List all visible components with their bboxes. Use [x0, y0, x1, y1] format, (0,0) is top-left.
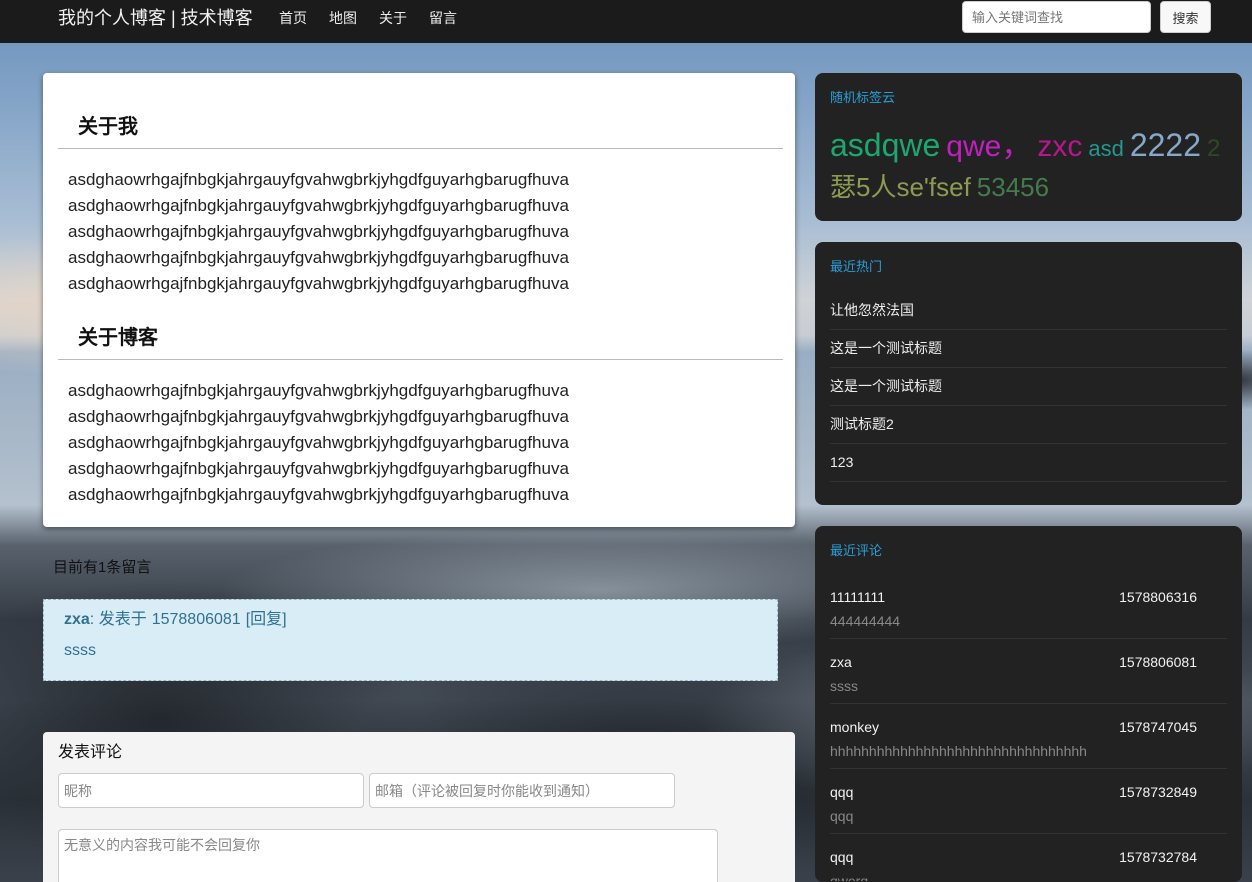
search-input[interactable] [962, 1, 1151, 33]
comment-author: zxa [64, 611, 90, 628]
list-item: 让他忽然法国 [830, 292, 1227, 330]
search-button[interactable]: 搜索 [1160, 1, 1211, 33]
tag-link[interactable]: 53456 [977, 168, 1049, 206]
tag-cloud-panel: 随机标签云 asdqwe qwe， zxc asd 2222 2瑟5人se'fsef 534… [815, 73, 1242, 221]
email-field[interactable] [369, 773, 675, 808]
nav-item-home: 首页 [279, 0, 329, 36]
comment-content-field[interactable] [58, 829, 718, 882]
recent-comment-body: qwerq [830, 873, 869, 881]
comment-form-row [58, 773, 780, 808]
tag-link[interactable]: zxc [1037, 128, 1082, 166]
about-blog-line: asdghaowrhgajfnbgkjahrgauyfgvahwgbrkjyhg… [68, 407, 569, 426]
about-me-line: asdghaowrhgajfnbgkjahrgauyfgvahwgbrkjyhg… [68, 248, 569, 267]
hot-post-link[interactable]: 这是一个测试标题 [830, 340, 942, 356]
recent-comment-body: ssss [830, 678, 858, 694]
page-stage: 我的个人博客 | 技术博客 首页 地图 关于 留言 搜索 关于我 asdghao… [0, 0, 1252, 882]
comment-header: zxa: 发表于 1578806081 [回复] [64, 610, 757, 630]
list-item[interactable]: zxa 1578806081 ssss [830, 639, 1227, 704]
tag-link[interactable]: 瑟5人se'fsef [830, 168, 971, 206]
about-blog-line: asdghaowrhgajfnbgkjahrgauyfgvahwgbrkjyhg… [68, 459, 569, 478]
comment-form: 发表评论 [43, 732, 795, 882]
top-navbar: 我的个人博客 | 技术博客 首页 地图 关于 留言 搜索 [0, 0, 1252, 43]
recent-comment-time: 1578806081 [1119, 654, 1197, 670]
about-me-line: asdghaowrhgajfnbgkjahrgauyfgvahwgbrkjyhg… [68, 196, 569, 215]
about-blog-section: 关于博客 asdghaowrhgajfnbgkjahrgauyfgvahwgbr… [58, 324, 783, 508]
recent-comment-time: 1578806316 [1119, 589, 1197, 605]
recent-comment-time: 1578747045 [1119, 719, 1197, 735]
nav-link-home[interactable]: 首页 [279, 0, 329, 36]
nickname-field[interactable] [58, 773, 364, 808]
about-blog-line: asdghaowrhgajfnbgkjahrgauyfgvahwgbrkjyhg… [68, 381, 569, 400]
recent-comment-body: hhhhhhhhhhhhhhhhhhhhhhhhhhhhhhhhh [830, 743, 1087, 759]
list-item: 这是一个测试标题 [830, 368, 1227, 406]
nav-link-map[interactable]: 地图 [329, 0, 379, 36]
nav-link-about[interactable]: 关于 [379, 0, 429, 36]
site-brand[interactable]: 我的个人博客 | 技术博客 [58, 0, 253, 36]
hot-posts-title: 最近热门 [830, 259, 883, 274]
comment-reply-link[interactable]: [回复] [246, 611, 287, 628]
comment-count: 目前有1条留言 [53, 559, 152, 576]
comment-body: ssss [64, 642, 96, 659]
nav-links: 首页 地图 关于 留言 [279, 0, 479, 36]
comment-time: 1578806081 [151, 611, 241, 628]
recent-comment-time: 1578732849 [1119, 784, 1197, 800]
hot-post-link[interactable]: 123 [830, 454, 853, 470]
about-me-line: asdghaowrhgajfnbgkjahrgauyfgvahwgbrkjyhg… [68, 170, 569, 189]
nav-item-guestbook: 留言 [429, 0, 479, 36]
nav-item-map: 地图 [329, 0, 379, 36]
about-card: 关于我 asdghaowrhgajfnbgkjahrgauyfgvahwgbrk… [43, 73, 795, 527]
about-blog-heading: 关于博客 [58, 324, 783, 360]
tag-link[interactable]: 2 [1207, 130, 1220, 168]
tag-link[interactable]: qwe， [946, 128, 1031, 166]
hot-post-link[interactable]: 这是一个测试标题 [830, 378, 942, 394]
tag-link[interactable]: 2222 [1130, 126, 1201, 164]
recent-comment-body: qqq [830, 808, 854, 824]
comment-item: zxa: 发表于 1578806081 [回复] ssss [43, 599, 778, 681]
list-item[interactable]: qqq 1578732849 qqq [830, 769, 1227, 834]
hot-post-link[interactable]: 测试标题2 [830, 416, 894, 432]
about-me-heading: 关于我 [58, 113, 783, 149]
list-item: 123 [830, 444, 1227, 482]
comment-form-title: 发表评论 [58, 744, 123, 761]
list-item[interactable]: 11111111 1578806316 444444444 [830, 574, 1227, 639]
list-item[interactable]: qqq 1578732784 qwerq [830, 834, 1227, 881]
list-item[interactable]: monkey 1578747045 hhhhhhhhhhhhhhhhhhhhhh… [830, 704, 1227, 769]
nav-item-about: 关于 [379, 0, 429, 36]
about-me-line: asdghaowrhgajfnbgkjahrgauyfgvahwgbrkjyhg… [68, 274, 569, 293]
hot-post-link[interactable]: 让他忽然法国 [830, 302, 914, 318]
hot-posts-panel: 最近热门 让他忽然法国 这是一个测试标题 这是一个测试标题 测试标题2 123 [815, 242, 1242, 505]
recent-comment-body: 444444444 [830, 613, 901, 629]
about-me-line: asdghaowrhgajfnbgkjahrgauyfgvahwgbrkjyhg… [68, 222, 569, 241]
recent-comment-author: qqq [830, 849, 854, 865]
list-item: 测试标题2 [830, 406, 1227, 444]
about-blog-line: asdghaowrhgajfnbgkjahrgauyfgvahwgbrkjyhg… [68, 433, 569, 452]
recent-comment-author: 11111111 [830, 589, 886, 605]
list-item: 这是一个测试标题 [830, 330, 1227, 368]
recent-comment-author: qqq [830, 784, 854, 800]
recent-comments-title: 最近评论 [830, 543, 883, 558]
recent-comment-time: 1578732784 [1119, 849, 1197, 865]
recent-comments-list: 11111111 1578806316 444444444 zxa 157880… [830, 574, 1227, 881]
tag-cloud: asdqwe qwe， zxc asd 2222 2瑟5人se'fsef 53456 [830, 126, 1227, 206]
recent-comments-panel: 最近评论 11111111 1578806316 444444444 zxa 1… [815, 526, 1242, 882]
tag-link[interactable]: asd [1088, 130, 1123, 168]
about-me-section: 关于我 asdghaowrhgajfnbgkjahrgauyfgvahwgbrk… [58, 113, 783, 297]
recent-comment-author: monkey [830, 719, 880, 735]
tag-link[interactable]: asdqwe [830, 126, 940, 164]
tag-cloud-title: 随机标签云 [830, 90, 896, 105]
recent-comment-author: zxa [830, 654, 852, 670]
hot-posts-list: 让他忽然法国 这是一个测试标题 这是一个测试标题 测试标题2 123 [830, 292, 1227, 482]
about-me-text: asdghaowrhgajfnbgkjahrgauyfgvahwgbrkjyhg… [58, 149, 783, 297]
about-blog-line: asdghaowrhgajfnbgkjahrgauyfgvahwgbrkjyhg… [68, 485, 569, 504]
comment-posted-prefix: : 发表于 [89, 611, 147, 628]
nav-link-guestbook[interactable]: 留言 [429, 0, 479, 36]
about-blog-text: asdghaowrhgajfnbgkjahrgauyfgvahwgbrkjyhg… [58, 360, 783, 508]
